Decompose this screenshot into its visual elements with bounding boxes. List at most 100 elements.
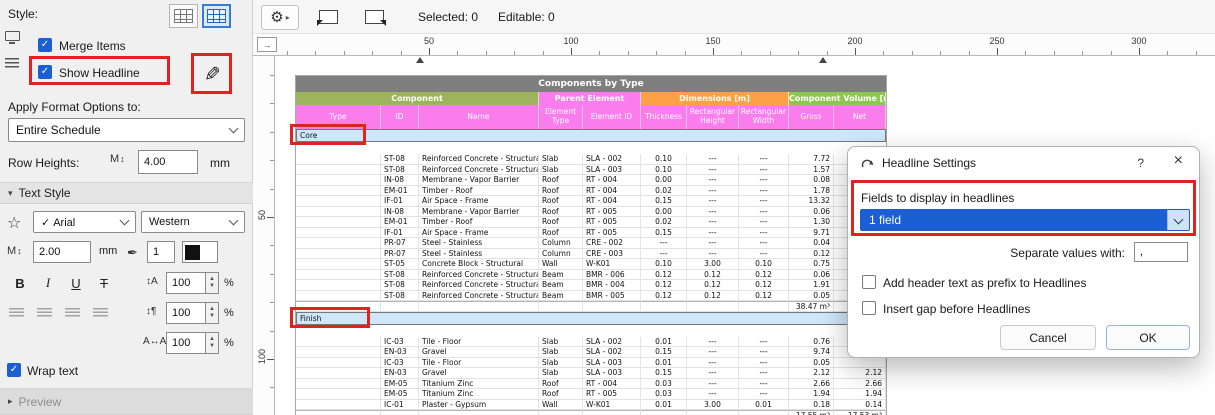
schedule-cell[interactable]: Reinforced Concrete - Structural [419,280,539,291]
schedule-cell[interactable]: 0.01 [641,358,687,369]
schedule-cell[interactable]: Roof [539,207,583,218]
schedule-cell[interactable] [834,358,886,369]
schedule-cell[interactable]: Membrane - Vapor Barrier [419,175,539,186]
schedule-cell[interactable]: IN-08 [381,207,419,218]
schedule-cell[interactable]: 13.32 [789,196,834,207]
schedule-cell[interactable]: Beam [539,280,583,291]
strikethrough-button[interactable]: T [92,272,116,294]
schedule-cell[interactable]: IC-03 [381,358,419,369]
schedule-cell[interactable]: --- [687,175,739,186]
schedule-cell[interactable]: 1.91 [789,280,834,291]
settings-gear-button[interactable]: ⚙▸ [261,5,299,30]
style-option-1-button[interactable] [169,4,198,28]
schedule-cell[interactable]: Air Space - Frame [419,228,539,239]
schedule-cell[interactable] [296,280,381,291]
schedule-cell[interactable]: --- [687,196,739,207]
schedule-cell[interactable]: 9.71 [789,228,834,239]
schedule-cell[interactable]: 0.15 [641,347,687,358]
schedule-cell[interactable]: 0.12 [687,270,739,281]
schedule-cell[interactable]: Wall [539,400,583,411]
schedule-cell[interactable]: Tile - Floor [419,358,539,369]
schedule-cell[interactable]: 0.03 [641,389,687,400]
align-justify-icon[interactable] [93,308,108,319]
schedule-cell[interactable]: RT - 004 [583,379,641,390]
schedule-cell[interactable] [296,175,381,186]
schedule-cell[interactable]: 0.01 [641,400,687,411]
schedule-cell[interactable]: 2.66 [789,379,834,390]
schedule-cell[interactable]: Gravel [419,347,539,358]
ruler-origin-icon[interactable]: → [257,37,277,52]
schedule-cell[interactable]: 0.12 [739,280,789,291]
preview-section-header[interactable]: ▸ Preview [0,388,253,415]
schedule-cell[interactable]: SLA - 002 [583,347,641,358]
schedule-cell[interactable]: Roof [539,217,583,228]
schedule-cell[interactable]: Membrane - Vapor Barrier [419,207,539,218]
schedule-cell[interactable]: 0.75 [789,259,834,270]
schedule-cell[interactable] [296,217,381,228]
schedule-cell[interactable]: Slab [539,368,583,379]
schedule-cell[interactable] [296,337,381,348]
schedule-cell[interactable]: 7.72 [789,154,834,165]
schedule-cell[interactable]: Slab [539,165,583,176]
schedule-cell[interactable]: --- [739,228,789,239]
schedule-cell[interactable]: RT - 005 [583,217,641,228]
close-icon[interactable]: × [1174,152,1183,170]
row-height-input[interactable]: 4.00 [138,150,198,174]
schedule-cell[interactable]: 0.03 [641,379,687,390]
schedule-cell[interactable]: --- [739,368,789,379]
schedule-cell[interactable] [296,347,381,358]
schedule-cell[interactable]: RT - 004 [583,186,641,197]
schedule-cell[interactable]: Gravel [419,368,539,379]
schedule-cell[interactable]: EM-05 [381,379,419,390]
schedule-cell[interactable]: Timber - Roof [419,217,539,228]
schedule-cell[interactable]: Roof [539,186,583,197]
schedule-cell[interactable]: --- [739,207,789,218]
schedule-cell[interactable]: BMR - 005 [583,291,641,302]
bold-button[interactable]: B [8,272,32,294]
column-header[interactable]: Element Type [539,105,583,129]
paragraph-spacing-input[interactable]: 100 [166,302,206,324]
column-header[interactable]: Element ID [583,105,641,129]
schedule-cell[interactable]: --- [739,175,789,186]
schedule-cell[interactable]: --- [739,165,789,176]
show-headline-checkbox[interactable]: ✓ [38,65,52,79]
schedule-cell[interactable]: --- [739,389,789,400]
italic-button[interactable]: I [36,272,60,294]
schedule-cell[interactable]: SLA - 003 [583,358,641,369]
schedule-cell[interactable]: --- [687,337,739,348]
letter-spacing-stepper[interactable]: ▲▼ [206,332,219,354]
schedule-cell[interactable]: --- [687,217,739,228]
schedule-cell[interactable]: 0.10 [641,259,687,270]
schedule-cell[interactable]: Reinforced Concrete - Structural [419,270,539,281]
schedule-cell[interactable]: Slab [539,347,583,358]
cancel-button[interactable]: Cancel [1000,325,1096,350]
schedule-cell[interactable]: Steel - Stainless [419,249,539,260]
pen-number-input[interactable]: 1 [147,241,175,263]
schedule-cell[interactable]: 1.78 [789,186,834,197]
schedule-cell[interactable]: --- [687,228,739,239]
schedule-cell[interactable]: --- [687,368,739,379]
schedule-cell[interactable]: IC-01 [381,400,419,411]
schedule-cell[interactable]: Slab [539,154,583,165]
schedule-cell[interactable]: IF-01 [381,196,419,207]
scheme-settings-icon[interactable] [3,28,21,44]
schedule-cell[interactable]: --- [687,207,739,218]
schedule-cell[interactable]: RT - 005 [583,228,641,239]
schedule-cell[interactable] [296,389,381,400]
schedule-cell[interactable]: EN-03 [381,368,419,379]
script-select[interactable]: Western [141,211,245,233]
schedule-cell[interactable]: 0.08 [789,175,834,186]
schedule-cell[interactable] [296,358,381,369]
schedule-cell[interactable]: 0.06 [789,270,834,281]
schedule-cell[interactable] [296,165,381,176]
schedule-cell[interactable]: ST-08 [381,280,419,291]
schedule-cell[interactable]: RT - 004 [583,196,641,207]
schedule-cell[interactable] [296,291,381,302]
schedule-cell[interactable]: 1.30 [789,217,834,228]
schedule-cell[interactable]: SLA - 003 [583,165,641,176]
schedule-cell[interactable]: RT - 004 [583,175,641,186]
schedule-cell[interactable]: Reinforced Concrete - Structural [419,291,539,302]
column-header[interactable]: ID [381,105,419,129]
schedule-cell[interactable]: 0.12 [687,291,739,302]
headline-settings-button[interactable]: ✎ [197,59,227,89]
